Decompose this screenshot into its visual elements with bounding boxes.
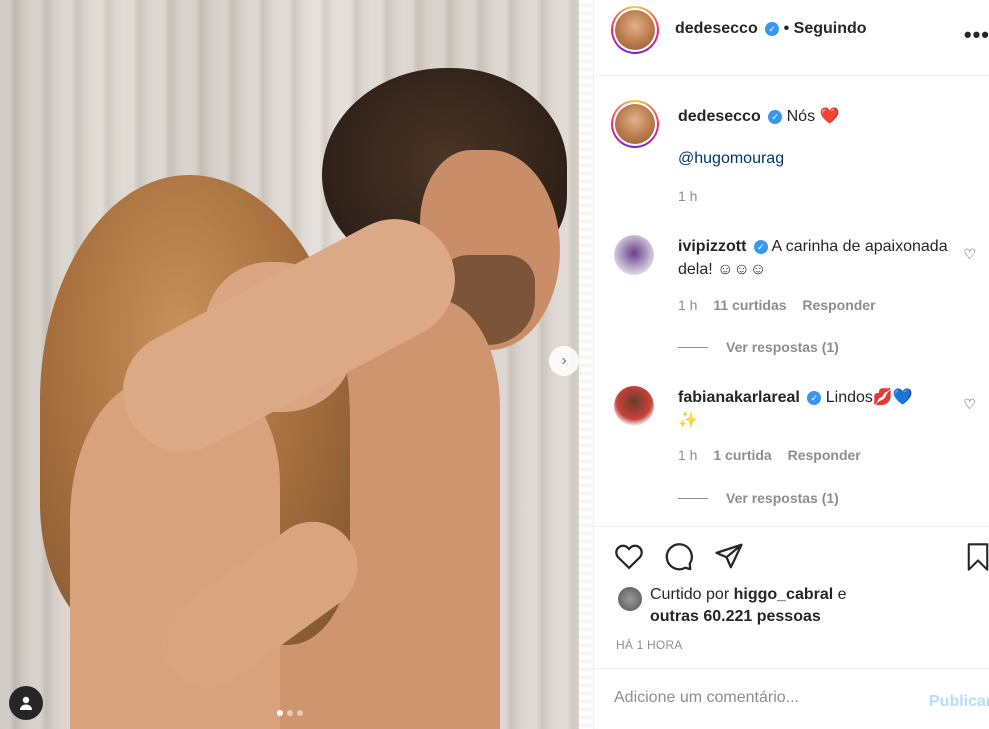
comment-meta: 1 h 11 curtidas Responder — [678, 297, 876, 313]
comment-meta: 1 h 1 curtida Responder — [678, 447, 861, 463]
liker-avatar[interactable] — [618, 587, 642, 611]
action-bar — [594, 528, 989, 588]
comment-time[interactable]: 1 h — [678, 447, 697, 463]
view-replies-button[interactable]: Ver respostas (1) — [678, 339, 839, 355]
comments-section: dedesecco ✓ Nós ❤️ @hugomourag 1 h ivipi… — [594, 77, 989, 527]
divider-line — [678, 346, 708, 348]
verified-icon: ✓ — [753, 240, 768, 254]
commenter-username[interactable]: fabianakarlareal — [678, 389, 800, 406]
carousel-next-button[interactable]: › — [549, 346, 579, 376]
like-heart-icon[interactable] — [614, 542, 644, 570]
comment-input[interactable] — [614, 689, 904, 707]
post-side-panel: dedesecco ✓ • Seguindo ••• dedesecco ✓ N… — [593, 0, 989, 729]
post-photo[interactable]: › — [0, 0, 593, 729]
comment-body: ivipizzott ✓ A carinha de apaixonada del… — [678, 235, 958, 281]
commenter-avatar[interactable] — [614, 235, 654, 275]
likes-others[interactable]: outras 60.221 pessoas — [650, 608, 821, 625]
post-header: dedesecco ✓ • Seguindo ••• — [594, 0, 989, 76]
heart-emoji-icon: ❤️ — [819, 108, 840, 125]
likes-summary: Curtido por higgo_cabral e outras 60.221… — [650, 584, 980, 628]
view-replies-label: Ver respostas (1) — [726, 490, 839, 506]
add-comment-bar: Publicar — [594, 668, 989, 729]
tagged-users-button[interactable] — [9, 686, 43, 720]
torn-paper-edge — [579, 0, 593, 729]
carousel-dot — [297, 710, 303, 716]
chevron-right-icon: › — [561, 352, 567, 369]
view-replies-label: Ver respostas (1) — [726, 339, 839, 355]
verified-icon: ✓ — [807, 391, 822, 405]
reply-button[interactable]: Responder — [788, 447, 861, 463]
caption-time[interactable]: 1 h — [678, 188, 697, 204]
comment-text: Lindos💋💙 — [825, 389, 913, 406]
reply-button[interactable]: Responder — [802, 297, 875, 313]
sparkles-emoji-icon: ✨ — [678, 412, 698, 429]
author-username[interactable]: dedesecco — [675, 20, 758, 37]
publish-button[interactable]: Publicar — [929, 693, 989, 711]
carousel-dot-active — [277, 710, 283, 716]
more-options-icon[interactable]: ••• — [964, 22, 989, 48]
comment-body: fabianakarlareal ✓ Lindos💋💙 ✨ — [678, 386, 958, 432]
caption-mention[interactable]: @hugomourag — [678, 150, 784, 168]
caption-text: Nós — [786, 108, 816, 125]
view-replies-button[interactable]: Ver respostas (1) — [678, 490, 839, 506]
verified-icon: ✓ — [768, 110, 783, 124]
comment-likes[interactable]: 11 curtidas — [713, 297, 786, 313]
follow-status[interactable]: • Seguindo — [784, 20, 867, 37]
caption: dedesecco ✓ Nós ❤️ — [678, 105, 839, 128]
caption-author-avatar[interactable] — [611, 100, 659, 148]
author-avatar[interactable] — [611, 6, 659, 54]
user-icon — [20, 696, 32, 710]
save-bookmark-icon[interactable] — [966, 542, 989, 572]
caption-username[interactable]: dedesecco — [678, 108, 761, 125]
verified-icon: ✓ — [765, 22, 780, 36]
comment-bubble-icon[interactable] — [664, 542, 694, 572]
likes-connector: e — [837, 586, 847, 603]
carousel-dot — [287, 710, 293, 716]
like-comment-icon[interactable]: ♡ — [963, 246, 976, 263]
carousel-indicator — [277, 710, 303, 716]
commenter-avatar[interactable] — [614, 386, 654, 426]
share-paper-plane-icon[interactable] — [714, 542, 744, 570]
liker-username[interactable]: higgo_cabral — [734, 586, 834, 603]
like-comment-icon[interactable]: ♡ — [963, 396, 976, 413]
comment-time[interactable]: 1 h — [678, 297, 697, 313]
commenter-username[interactable]: ivipizzott — [678, 238, 746, 255]
post-timestamp[interactable]: HÁ 1 HORA — [616, 638, 682, 652]
comment-likes[interactable]: 1 curtida — [713, 447, 771, 463]
divider-line — [678, 497, 708, 499]
likes-prefix: Curtido por — [650, 586, 730, 603]
